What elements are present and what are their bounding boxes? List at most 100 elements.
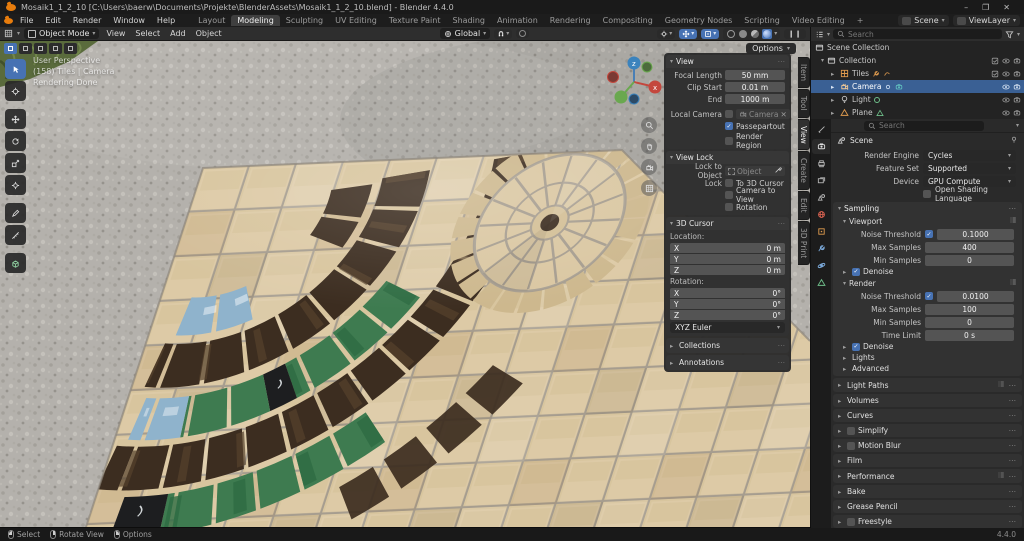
outliner-search-input[interactable] xyxy=(848,30,998,39)
sidebar-tab-edit[interactable]: Edit xyxy=(798,191,810,220)
render-engine-dropdown[interactable]: Cycles▾ xyxy=(923,150,1016,161)
properties-search-input[interactable] xyxy=(879,121,980,130)
outliner-row-camera[interactable]: ▸ Camera xyxy=(811,80,1024,93)
xray-toggle[interactable]: ▾ xyxy=(701,29,719,39)
tab-physics[interactable] xyxy=(812,258,830,273)
filter-icon[interactable] xyxy=(1005,30,1014,39)
passepartout-checkbox[interactable]: ✓ xyxy=(725,122,733,130)
close-button[interactable]: ✕ xyxy=(1003,3,1010,12)
cursor-location-z[interactable]: Z0 m xyxy=(670,265,785,275)
lights-subpanel-header[interactable]: ▸Lights xyxy=(833,352,1022,363)
blender-menu-icon[interactable] xyxy=(4,18,13,24)
viewport-menu-select[interactable]: Select xyxy=(132,29,163,38)
tab-view-layer[interactable] xyxy=(812,173,830,188)
workspace-tab-uv-editing[interactable]: UV Editing xyxy=(329,15,383,26)
disable-render-icon[interactable] xyxy=(1013,57,1021,65)
render-max-samples-field[interactable]: 100 xyxy=(925,304,1014,315)
clear-icon[interactable]: ✕ xyxy=(780,110,786,119)
feature-set-dropdown[interactable]: Supported▾ xyxy=(923,163,1016,174)
motion-blur-panel-header[interactable]: ▸Motion Blur⋯ xyxy=(833,439,1022,452)
gizmo-y-axis[interactable] xyxy=(615,91,628,104)
focal-length-field[interactable]: 50 mm xyxy=(725,70,785,80)
tab-object-data[interactable] xyxy=(812,275,830,290)
viewport-max-samples-field[interactable]: 400 xyxy=(925,242,1014,253)
panel-menu-icon[interactable]: ⋯ xyxy=(778,358,786,367)
osl-checkbox[interactable] xyxy=(923,190,931,198)
local-camera-checkbox[interactable] xyxy=(725,110,733,118)
sidebar-tab-view[interactable]: View xyxy=(798,119,810,151)
annotate-tool[interactable] xyxy=(5,203,26,223)
rotation-mode-dropdown[interactable]: XYZ Euler ▾ xyxy=(670,322,785,333)
disable-render-icon[interactable] xyxy=(1013,70,1021,78)
render-denoise-checkbox[interactable]: ✓ xyxy=(852,343,860,351)
minimize-button[interactable]: – xyxy=(964,3,968,12)
simplify-checkbox[interactable] xyxy=(847,427,855,435)
viewport-denoise-header[interactable]: ▸ ✓ Denoise xyxy=(833,266,1022,277)
viewport-menu-object[interactable]: Object xyxy=(193,29,225,38)
viewport-denoise-checkbox[interactable]: ✓ xyxy=(852,268,860,276)
outliner-display-mode-icon[interactable] xyxy=(815,30,824,39)
pin-icon[interactable] xyxy=(1010,136,1018,144)
tab-output[interactable] xyxy=(812,156,830,171)
tab-object[interactable] xyxy=(812,224,830,239)
properties-search[interactable] xyxy=(864,121,984,131)
perspective-toggle-button[interactable] xyxy=(641,180,657,196)
panel-menu-icon[interactable]: ⋯ xyxy=(778,219,786,228)
cursor-location-x[interactable]: X0 m xyxy=(670,243,785,253)
viewport-canvas[interactable]: User Perspective (158) Tiles | Camera Re… xyxy=(0,41,810,527)
eyedropper-icon[interactable] xyxy=(774,166,782,174)
outliner-search[interactable] xyxy=(833,29,1002,39)
checkbox-icon[interactable] xyxy=(991,57,999,65)
disable-render-icon[interactable] xyxy=(1013,109,1021,117)
select-mode-intersect-button[interactable] xyxy=(64,43,77,54)
checkbox-icon[interactable] xyxy=(991,70,999,78)
workspace-tab-sculpting[interactable]: Sculpting xyxy=(280,15,329,26)
cursor-location-y[interactable]: Y0 m xyxy=(670,254,785,264)
scale-tool[interactable] xyxy=(5,153,26,173)
workspace-tab-layout[interactable]: Layout xyxy=(192,15,231,26)
render-time-limit-field[interactable]: 0 s xyxy=(925,330,1014,341)
motion-blur-checkbox[interactable] xyxy=(847,442,855,450)
gizmo-z-neg-axis[interactable] xyxy=(629,94,639,104)
workspace-tab-animation[interactable]: Animation xyxy=(491,15,544,26)
render-sampling-header[interactable]: ▾ Render xyxy=(833,277,1022,289)
render-min-samples-field[interactable]: 0 xyxy=(925,317,1014,328)
outliner-row-plane[interactable]: ▸ Plane xyxy=(811,106,1024,119)
select-mode-invert-button[interactable] xyxy=(49,43,62,54)
workspace-add-button[interactable]: + xyxy=(851,15,870,26)
select-mode-set-button[interactable] xyxy=(4,43,17,54)
cursor-rotation-x[interactable]: X0° xyxy=(670,288,785,298)
hide-eye-icon[interactable] xyxy=(1002,57,1010,65)
camera-view-button[interactable] xyxy=(641,159,657,175)
menu-window[interactable]: Window xyxy=(108,15,150,26)
workspace-tab-scripting[interactable]: Scripting xyxy=(738,15,786,26)
sidebar-tab-item[interactable]: Item xyxy=(798,57,810,88)
panel-menu-icon[interactable]: ⋯ xyxy=(778,57,786,66)
hide-eye-icon[interactable] xyxy=(1002,109,1010,117)
menu-render[interactable]: Render xyxy=(68,15,106,26)
lock-3d-cursor-checkbox[interactable] xyxy=(725,179,733,187)
outliner-row-collection[interactable]: ▾ Collection xyxy=(811,54,1024,67)
simplify-panel-header[interactable]: ▸Simplify⋯ xyxy=(833,424,1022,437)
menu-file[interactable]: File xyxy=(15,15,38,26)
tab-scene[interactable] xyxy=(812,190,830,205)
render-noise-threshold-field[interactable]: 0.0100 xyxy=(937,291,1014,302)
move-tool[interactable] xyxy=(5,109,26,129)
freestyle-panel-header[interactable]: ▸Freestyle⋯ xyxy=(833,515,1022,528)
clip-end-field[interactable]: 1000 m xyxy=(725,94,785,104)
clip-start-field[interactable]: 0.01 m xyxy=(725,82,785,92)
editor-type-icon[interactable] xyxy=(4,29,13,38)
panel-menu-icon[interactable]: ⋯ xyxy=(778,341,786,350)
tab-world[interactable] xyxy=(812,207,830,222)
performance-panel-header[interactable]: ▸Performance ⋯ xyxy=(833,469,1022,483)
panel-menu-icon[interactable]: ⋯ xyxy=(1009,204,1018,213)
curves-panel-header[interactable]: ▸Curves⋯ xyxy=(833,409,1022,422)
workspace-tab-geometry-nodes[interactable]: Geometry Nodes xyxy=(659,15,738,26)
viewport-noise-threshold-field[interactable]: 0.1000 xyxy=(937,229,1014,240)
tab-render[interactable] xyxy=(812,139,830,154)
sidebar-tab-tool[interactable]: Tool xyxy=(798,89,810,118)
cursor-tool[interactable] xyxy=(5,81,26,101)
workspace-tab-compositing[interactable]: Compositing xyxy=(597,15,659,26)
menu-edit[interactable]: Edit xyxy=(40,15,66,26)
rotate-tool[interactable] xyxy=(5,131,26,151)
